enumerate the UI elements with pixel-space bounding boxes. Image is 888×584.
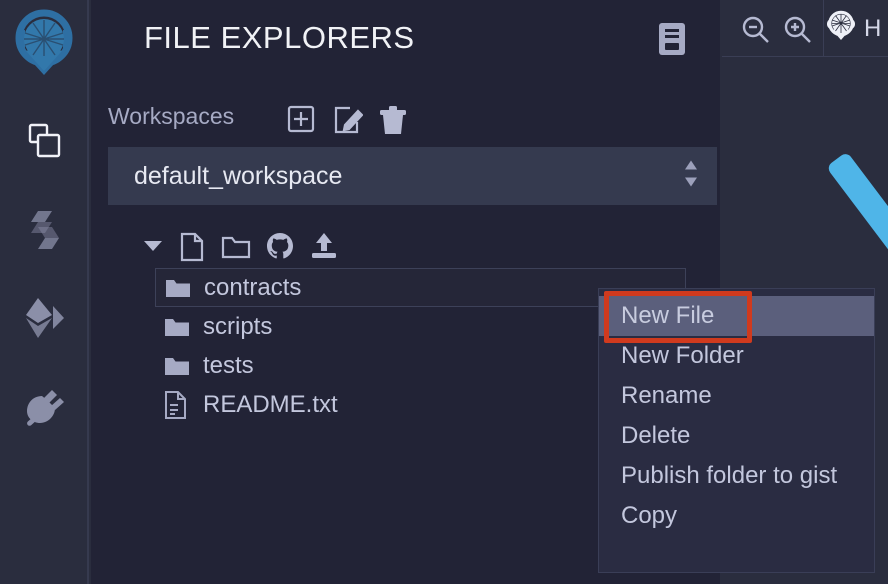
upload-icon[interactable]	[310, 232, 338, 265]
select-caret-icon	[683, 159, 699, 194]
workspaces-row: Workspaces	[91, 103, 720, 137]
delete-workspace-icon[interactable]	[379, 105, 407, 140]
remix-logo-small-icon	[824, 9, 858, 48]
tree-item-label: scripts	[203, 313, 272, 341]
left-icon-bar	[0, 0, 89, 584]
workspace-select[interactable]: default_workspace	[108, 147, 717, 205]
remix-ide-window: FILE EXPLORERS Workspaces	[0, 0, 888, 584]
menu-item-new-file[interactable]: New File	[599, 296, 874, 336]
zoom-in-icon[interactable]	[780, 12, 814, 46]
page-title: FILE EXPLORERS	[144, 20, 415, 56]
menu-item-copy[interactable]: Copy	[599, 496, 874, 536]
context-menu: New File New Folder Rename Delete Publis…	[598, 288, 875, 573]
tab-home-label: H	[864, 15, 881, 43]
workspaces-label: Workspaces	[108, 103, 234, 130]
menu-item-new-folder[interactable]: New Folder	[599, 336, 874, 376]
publish-gist-icon[interactable]	[266, 232, 294, 265]
tree-item-label: README.txt	[203, 391, 338, 419]
tab-bar: H	[722, 0, 888, 57]
menu-item-publish-folder-to-gist[interactable]: Publish folder to gist	[599, 456, 874, 496]
workspace-selected-value: default_workspace	[134, 162, 342, 191]
zoom-out-icon[interactable]	[738, 12, 772, 46]
sidebar-item-solidity-compiler[interactable]	[0, 198, 89, 262]
new-file-icon[interactable]	[179, 232, 205, 267]
collapse-all-icon[interactable]	[142, 238, 164, 259]
folder-icon	[164, 355, 190, 377]
panel-header: FILE EXPLORERS	[91, 0, 720, 78]
folder-icon	[165, 277, 191, 299]
folder-icon	[164, 316, 190, 338]
tree-item-label: contracts	[204, 274, 301, 302]
documentation-icon[interactable]	[658, 22, 686, 61]
tree-toolbar	[91, 232, 720, 264]
new-folder-icon[interactable]	[221, 232, 251, 265]
menu-item-rename[interactable]: Rename	[599, 376, 874, 416]
add-workspace-icon[interactable]	[287, 105, 315, 138]
tree-item-label: tests	[203, 352, 254, 380]
tab-home[interactable]: H	[824, 0, 888, 57]
menu-item-delete[interactable]: Delete	[599, 416, 874, 456]
sidebar-item-file-explorers[interactable]	[0, 108, 89, 172]
rename-workspace-icon[interactable]	[333, 105, 363, 140]
remix-logo[interactable]	[4, 4, 84, 84]
menu-spacer	[599, 289, 874, 296]
sidebar-item-plugin-manager[interactable]	[0, 376, 89, 440]
file-icon	[164, 391, 190, 419]
sidebar-item-deploy-run[interactable]	[0, 286, 89, 350]
